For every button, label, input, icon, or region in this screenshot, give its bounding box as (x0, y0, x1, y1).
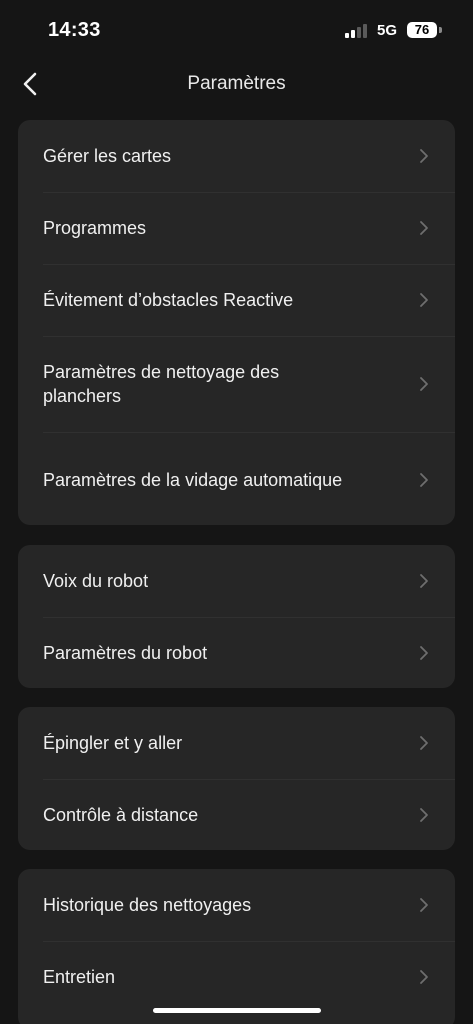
settings-item-label: Contrôle à distance (43, 805, 199, 825)
chevron-right-icon (418, 219, 430, 237)
settings-item-label: Paramètres du robot (43, 643, 208, 663)
chevron-right-icon (418, 291, 430, 309)
settings-group-history: Historique des nettoyages Entretien (18, 869, 455, 1024)
settings-item-cleaning-history[interactable]: Historique des nettoyages (18, 869, 455, 941)
settings-item-obstacle-avoidance[interactable]: Évitement d’obstacles Reactive (18, 264, 455, 336)
navigation-bar: Paramètres (0, 62, 473, 106)
chevron-right-icon (418, 968, 430, 986)
status-bar: 14:33 5G 76 (0, 0, 473, 62)
settings-item-pin-and-go[interactable]: Épingler et y aller (18, 707, 455, 779)
chevron-right-icon (418, 644, 430, 662)
settings-item-label: Entretien (43, 967, 116, 987)
settings-item-schedules[interactable]: Programmes (18, 192, 455, 264)
settings-group-maps: Gérer les cartes Programmes Évitement d’… (18, 120, 455, 525)
settings-item-label: Gérer les cartes (43, 146, 172, 166)
settings-item-label: Épingler et y aller (43, 733, 183, 753)
settings-item-label: Paramètres de nettoyage des planchers (43, 362, 280, 406)
settings-screen: 14:33 5G 76 Paramètres Gérer les cartes (0, 0, 473, 1024)
settings-item-label: Programmes (43, 218, 147, 238)
battery-level: 76 (414, 22, 430, 37)
cellular-signal-icon (345, 24, 369, 38)
settings-item-robot-voice[interactable]: Voix du robot (18, 545, 455, 617)
settings-item-floor-cleaning[interactable]: Paramètres de nettoyage des planchers (18, 336, 455, 432)
network-type: 5G (377, 22, 398, 39)
chevron-right-icon (418, 375, 430, 393)
settings-item-label: Historique des nettoyages (43, 895, 252, 915)
status-time: 14:33 (48, 19, 101, 41)
battery-tip (439, 27, 442, 33)
settings-item-manage-maps[interactable]: Gérer les cartes (18, 120, 455, 192)
settings-group-control: Épingler et y aller Contrôle à distance (18, 707, 455, 850)
battery-icon: 76 (407, 22, 437, 38)
home-indicator[interactable] (153, 1008, 321, 1013)
settings-item-remote-control[interactable]: Contrôle à distance (18, 779, 455, 850)
settings-item-label: Évitement d’obstacles Reactive (43, 290, 294, 310)
settings-item-robot-settings[interactable]: Paramètres du robot (18, 617, 455, 688)
settings-item-label: Voix du robot (43, 571, 149, 591)
settings-item-auto-empty[interactable]: Paramètres de la vidage automatique (18, 432, 455, 525)
chevron-right-icon (418, 572, 430, 590)
chevron-right-icon (418, 471, 430, 489)
settings-item-label: Paramètres de la vidage automatique (43, 470, 343, 490)
chevron-right-icon (418, 896, 430, 914)
settings-item-maintenance[interactable]: Entretien (18, 941, 455, 1013)
page-title: Paramètres (187, 73, 286, 94)
chevron-right-icon (418, 734, 430, 752)
settings-group-robot: Voix du robot Paramètres du robot (18, 545, 455, 688)
chevron-right-icon (418, 147, 430, 165)
chevron-right-icon (418, 806, 430, 824)
